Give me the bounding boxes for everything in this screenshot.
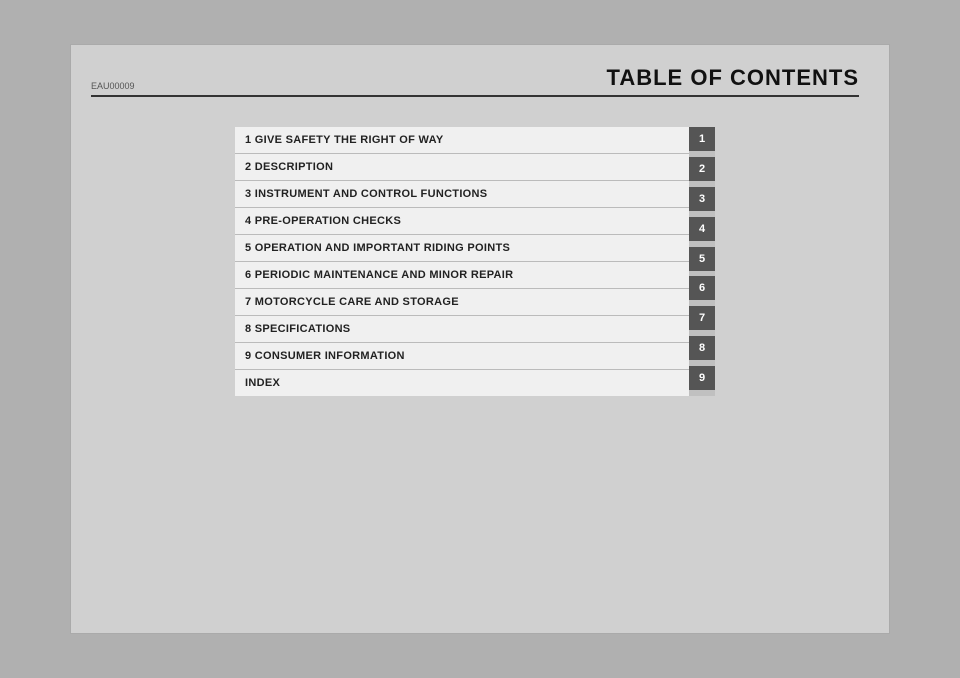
toc-row[interactable]: 6 PERIODIC MAINTENANCE AND MINOR REPAIR <box>235 262 689 289</box>
doc-code: EAU00009 <box>91 81 135 91</box>
toc-row-label: 4 PRE-OPERATION CHECKS <box>235 208 689 234</box>
toc-row-label: 3 INSTRUMENT AND CONTROL FUNCTIONS <box>235 181 689 207</box>
toc-number-badge: 9 <box>689 366 715 390</box>
toc-number-badge: 7 <box>689 306 715 330</box>
page-title: TABLE OF CONTENTS <box>607 65 859 91</box>
toc-number-badge: 1 <box>689 127 715 151</box>
toc-row-label: 6 PERIODIC MAINTENANCE AND MINOR REPAIR <box>235 262 689 288</box>
toc-row-label: 9 CONSUMER INFORMATION <box>235 343 689 369</box>
toc-row-label: 1 GIVE SAFETY THE RIGHT OF WAY <box>235 127 689 153</box>
toc-number-badge: 2 <box>689 157 715 181</box>
toc-row[interactable]: 4 PRE-OPERATION CHECKS <box>235 208 689 235</box>
toc-number-badge: 6 <box>689 276 715 300</box>
toc-number-badge: 4 <box>689 217 715 241</box>
toc-row-label: 2 DESCRIPTION <box>235 154 689 180</box>
toc-row-label: 5 OPERATION AND IMPORTANT RIDING POINTS <box>235 235 689 261</box>
toc-number-badge: 5 <box>689 247 715 271</box>
toc-table: 1 GIVE SAFETY THE RIGHT OF WAY2 DESCRIPT… <box>235 127 689 396</box>
content-area: 1 GIVE SAFETY THE RIGHT OF WAY2 DESCRIPT… <box>91 127 859 396</box>
toc-row-label: 8 SPECIFICATIONS <box>235 316 689 342</box>
toc-row[interactable]: 8 SPECIFICATIONS <box>235 316 689 343</box>
page-inner: EAU00009 TABLE OF CONTENTS 1 GIVE SAFETY… <box>71 45 889 633</box>
toc-index-row[interactable]: INDEX <box>235 370 689 396</box>
toc-number-badge: 8 <box>689 336 715 360</box>
toc-row[interactable]: 5 OPERATION AND IMPORTANT RIDING POINTS <box>235 235 689 262</box>
toc-row[interactable]: 7 MOTORCYCLE CARE AND STORAGE <box>235 289 689 316</box>
number-col: 1 2 3 4 5 6 7 8 9 <box>689 127 715 396</box>
toc-row[interactable]: 3 INSTRUMENT AND CONTROL FUNCTIONS <box>235 181 689 208</box>
toc-index-label: INDEX <box>235 370 689 396</box>
toc-number-spacer-last <box>689 390 715 396</box>
page-container: EAU00009 TABLE OF CONTENTS 1 GIVE SAFETY… <box>70 44 890 634</box>
toc-row[interactable]: 1 GIVE SAFETY THE RIGHT OF WAY <box>235 127 689 154</box>
toc-row[interactable]: 9 CONSUMER INFORMATION <box>235 343 689 370</box>
header-bar: EAU00009 TABLE OF CONTENTS <box>91 65 859 97</box>
toc-row[interactable]: 2 DESCRIPTION <box>235 154 689 181</box>
toc-wrapper: 1 GIVE SAFETY THE RIGHT OF WAY2 DESCRIPT… <box>235 127 715 396</box>
toc-row-label: 7 MOTORCYCLE CARE AND STORAGE <box>235 289 689 315</box>
toc-number-badge: 3 <box>689 187 715 211</box>
